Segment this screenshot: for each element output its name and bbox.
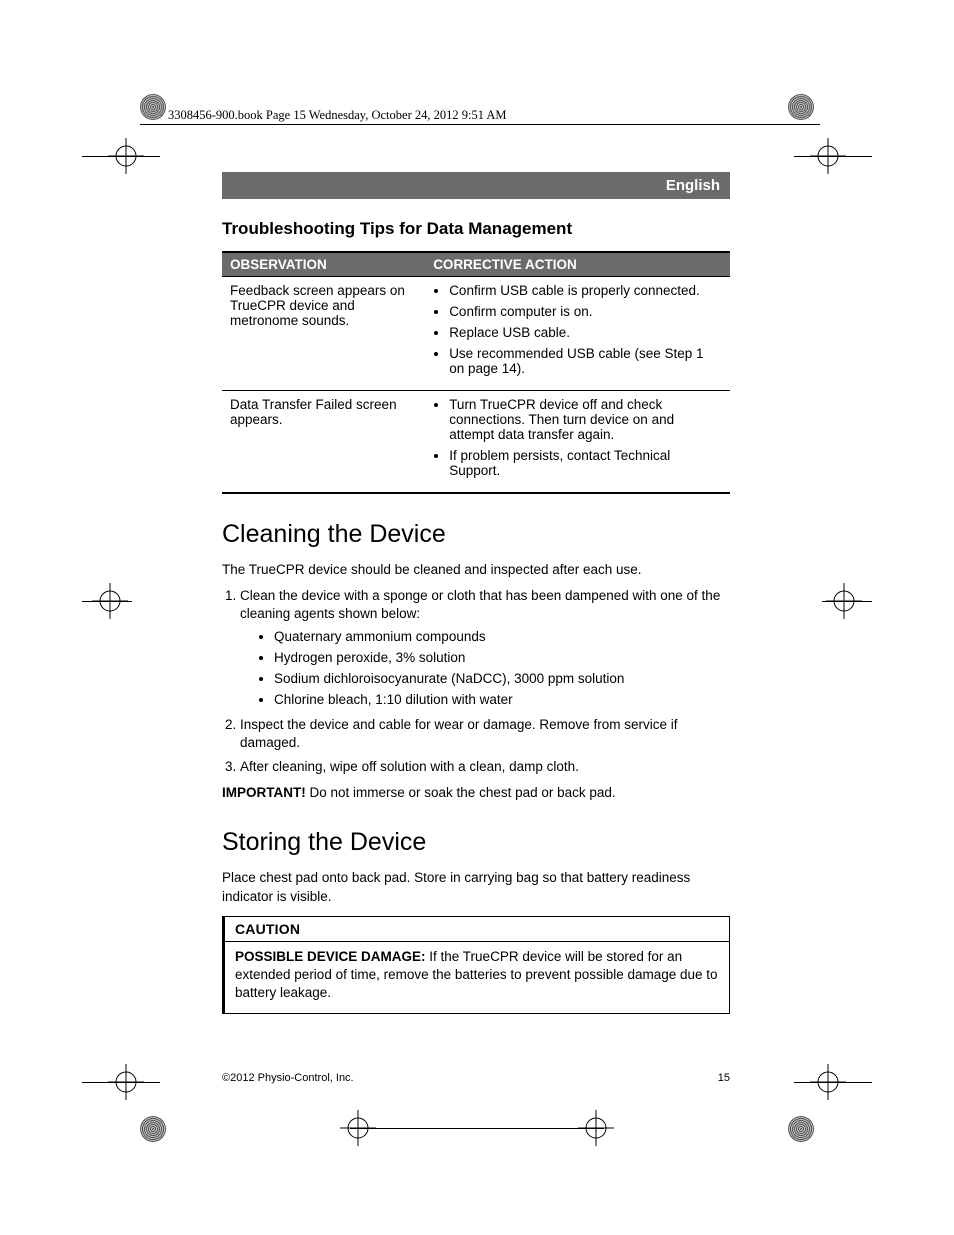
registration-mark-icon bbox=[826, 583, 862, 619]
registration-mark-icon bbox=[92, 583, 128, 619]
storing-body: Place chest pad onto back pad. Store in … bbox=[222, 869, 730, 905]
registration-mark-icon bbox=[108, 138, 144, 174]
observation-cell: Data Transfer Failed screen appears. bbox=[222, 391, 425, 494]
crop-rule-icon bbox=[350, 1128, 604, 1129]
crop-rule-icon bbox=[794, 156, 872, 157]
language-label: English bbox=[666, 177, 720, 194]
registration-mark-icon bbox=[810, 1064, 846, 1100]
crop-rule-icon bbox=[82, 1082, 160, 1083]
page-number: 15 bbox=[718, 1072, 730, 1084]
page-content: English Troubleshooting Tips for Data Ma… bbox=[222, 172, 730, 1014]
observation-cell: Feedback screen appears on TrueCPR devic… bbox=[222, 277, 425, 391]
crop-dot-icon bbox=[788, 94, 814, 120]
step-item: Inspect the device and cable for wear or… bbox=[240, 716, 730, 752]
important-text: Do not immerse or soak the chest pad or … bbox=[306, 785, 616, 800]
table-row: Feedback screen appears on TrueCPR devic… bbox=[222, 277, 730, 391]
action-item: Confirm USB cable is properly connected. bbox=[449, 283, 722, 298]
caution-lead: POSSIBLE DEVICE DAMAGE: bbox=[235, 949, 426, 964]
crop-rule-icon bbox=[794, 1082, 872, 1083]
important-label: IMPORTANT! bbox=[222, 785, 306, 800]
copyright: ©2012 Physio-Control, Inc. bbox=[222, 1072, 354, 1084]
registration-mark-icon bbox=[340, 1110, 376, 1146]
caution-body: POSSIBLE DEVICE DAMAGE: If the TrueCPR d… bbox=[225, 942, 729, 1013]
action-cell: Turn TrueCPR device off and check connec… bbox=[425, 391, 730, 494]
important-note: IMPORTANT! Do not immerse or soak the ch… bbox=[222, 784, 730, 802]
language-bar: English bbox=[222, 172, 730, 199]
caution-heading: CAUTION bbox=[225, 917, 729, 942]
troubleshooting-table: OBSERVATION CORRECTIVE ACTION Feedback s… bbox=[222, 251, 730, 494]
agents-list: Quaternary ammonium compounds Hydrogen p… bbox=[240, 628, 730, 710]
crop-dot-icon bbox=[140, 94, 166, 120]
agent-item: Hydrogen peroxide, 3% solution bbox=[274, 649, 730, 667]
storing-heading: Storing the Device bbox=[222, 828, 730, 857]
registration-mark-icon bbox=[108, 1064, 144, 1100]
table-row: Data Transfer Failed screen appears. Tur… bbox=[222, 391, 730, 494]
action-item: Use recommended USB cable (see Step 1 on… bbox=[449, 346, 722, 376]
step-item: After cleaning, wipe off solution with a… bbox=[240, 758, 730, 776]
registration-mark-icon bbox=[810, 138, 846, 174]
agent-item: Chlorine bleach, 1:10 dilution with wate… bbox=[274, 691, 730, 709]
caution-box: CAUTION POSSIBLE DEVICE DAMAGE: If the T… bbox=[222, 916, 730, 1014]
action-cell: Confirm USB cable is properly connected.… bbox=[425, 277, 730, 391]
cleaning-steps: Clean the device with a sponge or cloth … bbox=[222, 587, 730, 776]
col-header-observation: OBSERVATION bbox=[222, 252, 425, 277]
cleaning-heading: Cleaning the Device bbox=[222, 520, 730, 549]
action-item: Confirm computer is on. bbox=[449, 304, 722, 319]
col-header-action: CORRECTIVE ACTION bbox=[425, 252, 730, 277]
header-rule-icon bbox=[140, 124, 820, 125]
action-item: Turn TrueCPR device off and check connec… bbox=[449, 397, 722, 442]
crop-dot-icon bbox=[140, 1116, 166, 1142]
step-item: Clean the device with a sponge or cloth … bbox=[240, 587, 730, 709]
page: 3308456-900.book Page 15 Wednesday, Octo… bbox=[0, 0, 954, 1235]
registration-mark-icon bbox=[578, 1110, 614, 1146]
page-footer: ©2012 Physio-Control, Inc. 15 bbox=[222, 1072, 730, 1084]
cleaning-intro: The TrueCPR device should be cleaned and… bbox=[222, 561, 730, 579]
crop-rule-icon bbox=[82, 156, 160, 157]
crop-rule-icon bbox=[82, 601, 132, 602]
troubleshooting-title: Troubleshooting Tips for Data Management bbox=[222, 219, 730, 239]
crop-rule-icon bbox=[822, 601, 872, 602]
step-text: Clean the device with a sponge or cloth … bbox=[240, 588, 720, 621]
action-item: If problem persists, contact Technical S… bbox=[449, 448, 722, 478]
agent-item: Quaternary ammonium compounds bbox=[274, 628, 730, 646]
action-item: Replace USB cable. bbox=[449, 325, 722, 340]
agent-item: Sodium dichloroisocyanurate (NaDCC), 300… bbox=[274, 670, 730, 688]
print-header-meta: 3308456-900.book Page 15 Wednesday, Octo… bbox=[168, 108, 507, 123]
crop-dot-icon bbox=[788, 1116, 814, 1142]
